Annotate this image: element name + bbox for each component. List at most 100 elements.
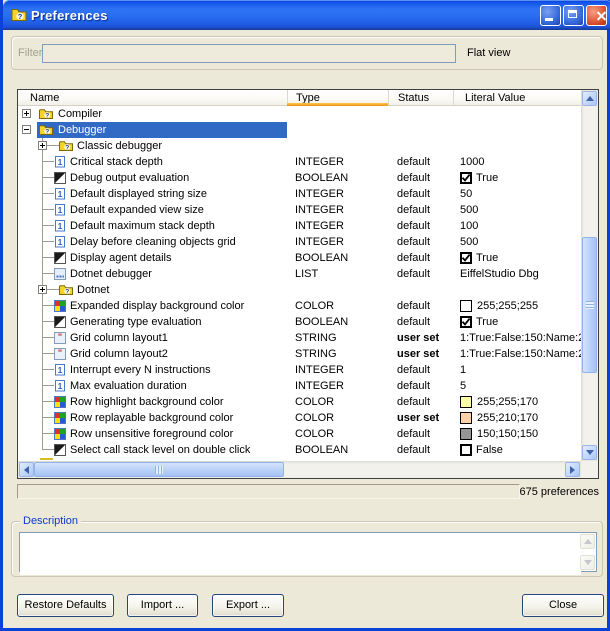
tree-connector-line [42,154,43,170]
svg-text:1: 1 [58,205,63,215]
column-header-status[interactable]: Status [388,90,453,106]
scroll-up-button[interactable] [582,91,597,106]
expand-toggle[interactable] [22,109,31,118]
pref-row[interactable]: Dotnet debuggerLISTdefaultEiffelStudio D… [18,266,581,282]
pref-row[interactable]: Generating type evaluationBOOLEANdefault… [18,314,581,330]
pref-row[interactable]: ?Classic debugger [18,138,581,154]
pref-literal: 50 [460,186,472,202]
pref-type: BOOLEAN [295,314,348,330]
tree-name-cell: ?Dotnet [18,282,287,298]
tree-connector-line [42,346,43,362]
close-window-button[interactable] [586,5,607,26]
pref-row[interactable]: ?Dotnet [18,282,581,298]
tree-connector-line [42,209,54,210]
tree-name-cell: ?Classic debugger [18,138,287,154]
pref-row[interactable]: 1Default maximum stack depthINTEGERdefau… [18,218,581,234]
checkbox-checked-icon[interactable] [460,252,472,264]
svg-text:1: 1 [58,221,63,231]
pref-row[interactable]: 1Interrupt every N instructionsINTEGERde… [18,362,581,378]
expand-toggle[interactable] [22,125,31,134]
tree-connector-line [42,266,43,282]
tree-connector-line [42,177,54,178]
pref-type: STRING [295,330,337,346]
expand-toggle[interactable] [38,141,47,150]
pref-row[interactable]: 1Default expanded view sizeINTEGERdefaul… [18,202,581,218]
vertical-scrollbar-thumb[interactable] [582,237,597,373]
description-scroll-strip [579,533,596,571]
scroll-down-button[interactable] [582,445,597,460]
pref-row[interactable]: Debug output evaluationBOOLEANdefaultTru… [18,170,581,186]
pref-row[interactable]: 1Critical stack depthINTEGERdefault1000 [18,154,581,170]
pref-type: INTEGER [295,234,344,250]
maximize-button[interactable] [563,5,584,26]
pref-row[interactable]: "Grid column layout1STRINGuser set1:True… [18,330,581,346]
scroll-left-button[interactable] [19,462,34,477]
vertical-scrollbar[interactable] [581,90,598,461]
scrollbar-corner [581,461,598,478]
tree-name-cell: "Grid column layout1 [18,330,287,346]
literal-value-text: 255;255;255 [477,300,538,312]
column-header-name[interactable]: Name [18,90,287,106]
pref-status: default [397,218,430,234]
pref-name: Default displayed string size [70,186,207,202]
integer-icon: 1 [54,220,68,232]
folder-icon: ? [39,108,53,120]
pref-status: user set [397,330,439,346]
color-icon [54,428,68,440]
description-box [19,532,597,572]
filter-input[interactable] [42,44,456,63]
tree-name-cell: Row unsensitive foreground color [18,426,287,442]
integer-icon: 1 [54,204,68,216]
import-button[interactable]: Import ... [127,594,198,617]
restore-defaults-button[interactable]: Restore Defaults [17,594,114,617]
svg-text:1: 1 [58,237,63,247]
color-swatch [460,428,472,440]
close-button[interactable]: Close [522,594,604,617]
tree-name-cell: 1Critical stack depth [18,154,287,170]
flat-view-toggle[interactable]: Flat view [467,47,510,59]
pref-row[interactable]: Expanded display background colorCOLORde… [18,298,581,314]
description-textarea[interactable] [20,533,581,575]
description-scroll-down-icon [580,555,595,570]
pref-row[interactable]: Row unsensitive foreground colorCOLORdef… [18,426,581,442]
pref-type: INTEGER [295,202,344,218]
checkbox-checked-icon[interactable] [460,172,472,184]
pref-type: COLOR [295,298,334,314]
column-header-literal-value[interactable]: Literal Value [453,90,581,106]
scroll-right-button[interactable] [565,462,580,477]
pref-name: Grid column layout2 [70,346,168,362]
svg-text:?: ? [45,112,49,119]
pref-row[interactable]: Row highlight background colorCOLORdefau… [18,394,581,410]
tree-connector-line [42,225,54,226]
pref-row[interactable]: 1Max evaluation durationINTEGERdefault5 [18,378,581,394]
pref-row[interactable]: 1Default displayed string sizeINTEGERdef… [18,186,581,202]
expand-toggle[interactable] [38,285,47,294]
pref-literal: True [460,170,498,186]
pref-status: default [397,234,430,250]
export-button[interactable]: Export ... [212,594,284,617]
checkbox-unchecked-icon[interactable] [460,444,472,456]
pref-name: Default expanded view size [70,202,204,218]
horizontal-scrollbar[interactable] [18,461,581,478]
title-bar[interactable]: ? Preferences [3,0,610,30]
tree-name-cell: Row highlight background color [18,394,287,410]
pref-row[interactable]: ?Compiler [18,106,581,122]
pref-row[interactable]: 1Delay before cleaning objects gridINTEG… [18,234,581,250]
pref-type: COLOR [295,426,334,442]
tree-name-cell: 1Default displayed string size [18,186,287,202]
pref-row[interactable]: Display agent detailsBOOLEANdefaultTrue [18,250,581,266]
integer-icon: 1 [54,236,68,248]
pref-row[interactable]: ?Debugger [18,122,581,138]
literal-value-text: 1:True:False:150:Name:2: [460,348,581,360]
checkbox-checked-icon[interactable] [460,316,472,328]
pref-row[interactable]: "Grid column layout2STRINGuser set1:True… [18,346,581,362]
horizontal-scrollbar-thumb[interactable] [34,462,284,477]
svg-text:?: ? [65,288,69,295]
minimize-button[interactable] [540,5,561,26]
pref-row[interactable]: Select call stack level on double clickB… [18,442,581,458]
tree-connector-line [42,410,43,426]
pref-literal: True [460,250,498,266]
pref-literal: 255;210;170 [460,410,538,426]
pref-row[interactable]: Row replayable background colorCOLORuser… [18,410,581,426]
color-icon [54,412,68,424]
